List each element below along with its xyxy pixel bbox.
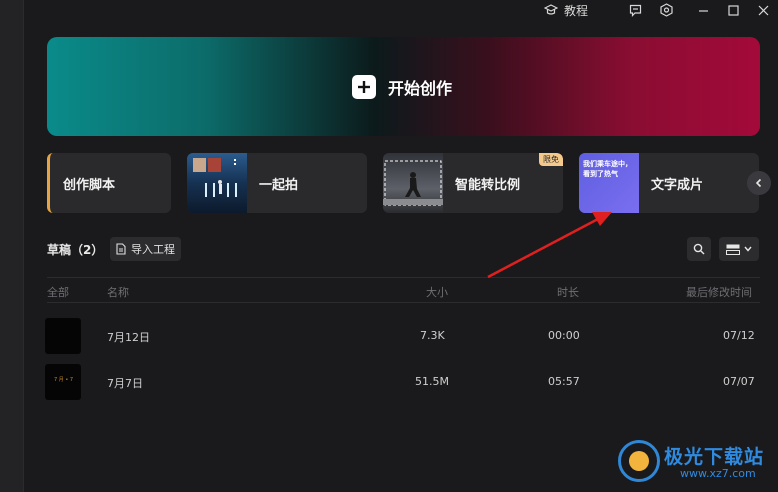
chevron-left-icon [755,178,762,188]
thumbnail-caption: 我们乘车途中，看到了热气 [583,160,632,178]
shoot-together-thumbnail [187,153,247,213]
draft-name: 7月7日 [107,377,143,390]
watermark-logo [618,440,660,482]
card-label: 文字成片 [651,177,704,193]
column-name: 名称 [107,286,129,299]
watermark-url: www.xz7.com [680,467,756,480]
search-button[interactable] [687,237,711,261]
minimize-icon [698,9,708,12]
draft-size: 7.3K [420,329,445,342]
draft-duration: 05:57 [548,375,580,388]
maximize-button[interactable] [724,1,742,19]
left-rail [0,0,24,492]
close-button[interactable] [754,1,772,19]
view-mode-button[interactable] [719,237,759,261]
graduation-cap-icon [544,4,558,15]
draft-size: 51.5M [415,375,449,388]
text-to-video-thumbnail: 我们乘车途中，看到了热气 [579,153,639,213]
tutorial-button[interactable]: 教程 [544,1,588,19]
draft-thumbnail-text: 7 月 • 7 [54,377,74,383]
chevron-down-icon [744,246,752,252]
tutorial-label: 教程 [564,3,589,18]
drafts-title: 草稿（2） [47,243,104,257]
column-size: 大小 [426,286,448,299]
settings-button[interactable] [657,1,675,19]
list-view-icon [726,244,740,255]
card-shoot-together[interactable]: 一起拍 [187,153,367,213]
draft-thumbnail: 7 月 • 7 [45,364,81,400]
draft-duration: 00:00 [548,329,580,342]
card-creation-script[interactable]: 创作脚本 [47,153,171,213]
import-project-button[interactable]: 导入工程 [110,237,181,261]
header-divider [47,277,760,278]
columns-divider [47,302,760,303]
smart-ratio-thumbnail [383,153,443,213]
feedback-icon [629,4,641,17]
table-row[interactable]: 7月12日 7.3K 00:00 07/12 [45,318,760,354]
minimize-button[interactable] [694,1,712,19]
card-label: 一起拍 [259,177,299,193]
title-bar: 教程 [24,0,778,20]
search-icon [693,243,705,255]
card-label: 智能转比例 [455,177,521,193]
feedback-button[interactable] [626,1,644,19]
document-icon [116,243,126,255]
draft-modified: 07/12 [723,329,755,342]
draft-name: 7月12日 [107,331,150,344]
watermark-name: 极光下载站 [664,446,765,468]
draft-thumbnail [45,318,81,354]
start-creation-banner[interactable]: 开始创作 [47,37,760,136]
draft-modified: 07/07 [723,375,755,388]
table-row[interactable]: 7 月 • 7 7月7日 51.5M 05:57 07/07 [45,364,760,400]
card-text-to-video[interactable]: 我们乘车途中，看到了热气 文字成片 [579,153,759,213]
watermark: 极光下载站 www.xz7.com [618,440,778,486]
import-project-label: 导入工程 [131,243,175,256]
card-smart-ratio[interactable]: 智能转比例 限免 [383,153,563,213]
close-icon [758,5,768,15]
start-creation-button[interactable]: 开始创作 [352,75,452,99]
column-last-modified: 最后修改时间 [686,286,752,299]
free-badge: 限免 [539,153,563,166]
start-creation-label: 开始创作 [388,79,453,98]
column-all[interactable]: 全部 [47,284,69,300]
card-label: 创作脚本 [63,177,116,193]
scroll-left-button[interactable] [747,171,771,195]
settings-hex-icon [659,3,673,17]
plus-icon [352,75,376,99]
maximize-icon [727,4,739,16]
column-duration: 时长 [557,286,579,299]
